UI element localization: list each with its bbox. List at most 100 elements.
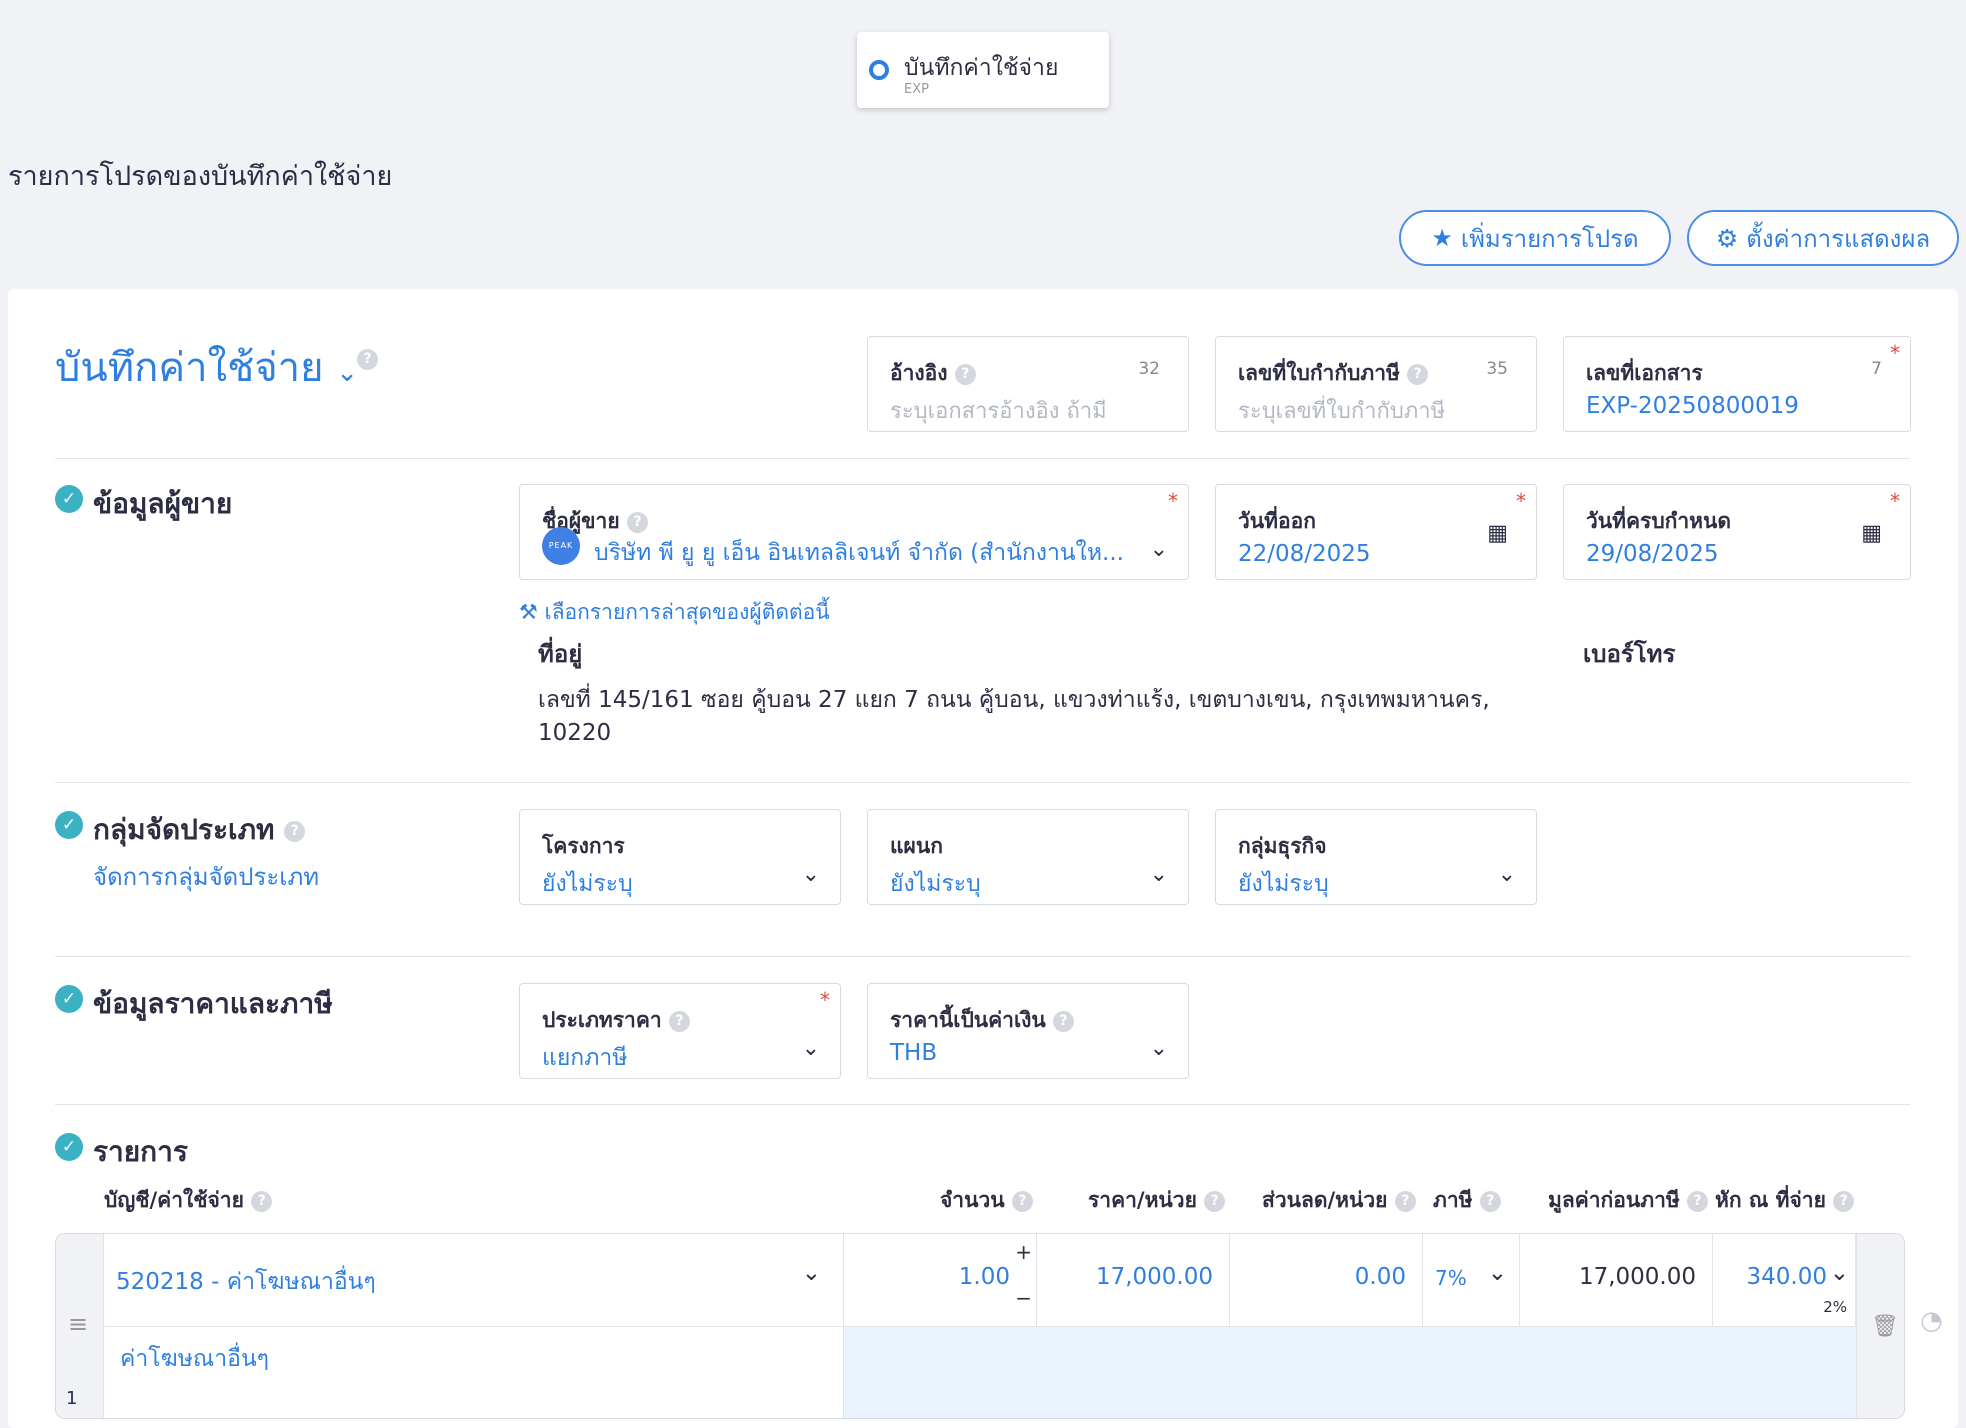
classification-section-title: กลุ่มจัดประเภท ? <box>93 808 306 852</box>
unit-price-field[interactable]: 17,000.00 <box>1037 1234 1230 1327</box>
pricing-section-title: ข้อมูลราคาและภาษี <box>93 987 333 1020</box>
help-icon[interactable]: ? <box>284 820 306 842</box>
withholding-select[interactable]: 340.00 ⌄ 2% <box>1713 1234 1856 1327</box>
account-value: 520218 - ค่าโฆษณาอื่นๆ <box>116 1269 376 1295</box>
phone-label: เบอร์โทร <box>1583 640 1676 668</box>
price-type-select[interactable]: ประเภทราคา ? * แยกภาษี ⌄ <box>519 983 841 1079</box>
required-marker: * <box>820 988 830 1012</box>
business-group-select[interactable]: กลุ่มธุรกิจ ยังไม่ระบุ ⌄ <box>1215 809 1537 905</box>
reference-placeholder: ระบุเอกสารอ้างอิง ถ้ามี <box>890 399 1107 424</box>
chevron-down-icon[interactable]: ⌄ <box>1150 537 1168 562</box>
issue-date-label: วันที่ออก <box>1238 509 1316 533</box>
help-icon[interactable]: ? <box>1204 1190 1226 1212</box>
favorites-title: รายการโปรดของบันทึกค่าใช้จ่าย <box>8 161 393 192</box>
document-title-dropdown[interactable]: บันทึกค่าใช้จ่าย ⌄ <box>55 335 358 399</box>
help-icon[interactable]: ? <box>1407 363 1429 385</box>
help-icon[interactable]: ? <box>1053 1010 1075 1032</box>
chevron-down-icon: ⌄ <box>1829 1260 1849 1286</box>
row-actions: 🗑 <box>1856 1234 1904 1418</box>
unit-price-value: 17,000.00 <box>1095 1264 1213 1290</box>
chevron-down-icon: ⌄ <box>801 862 820 887</box>
reference-field[interactable]: อ้างอิง ? 32 ระบุเอกสารอ้างอิง ถ้ามี <box>867 336 1189 432</box>
plus-icon[interactable]: + <box>1015 1240 1032 1264</box>
add-favorite-label: เพิ่มรายการโปรด <box>1460 224 1639 253</box>
check-icon: ✓ <box>55 811 83 839</box>
document-number-label: เลขที่เอกสาร <box>1586 361 1703 385</box>
project-label: โครงการ <box>542 834 625 858</box>
quantity-stepper[interactable]: 1.00 + − <box>844 1234 1037 1327</box>
calendar-icon[interactable]: ▦ <box>1861 521 1882 546</box>
issue-date-field[interactable]: วันที่ออก * ▦ 22/08/2025 <box>1215 484 1537 580</box>
currency-select[interactable]: ราคานี้เป็นค่าเงิน ? THB ⌄ <box>867 983 1189 1079</box>
magic-wand-icon: ⚒ <box>519 600 538 624</box>
project-value: ยังไม่ระบุ <box>542 871 633 897</box>
document-type-code: EXP <box>904 82 929 97</box>
discount-field[interactable]: 0.00 <box>1230 1234 1423 1327</box>
drag-handle-icon[interactable]: ≡ <box>68 1310 88 1338</box>
required-marker: * <box>1516 489 1526 513</box>
divider <box>55 956 1910 957</box>
row-handle[interactable]: ≡ 1 <box>56 1234 104 1418</box>
price-type-value: แยกภาษี <box>542 1045 628 1071</box>
help-icon[interactable]: ? <box>1479 1190 1501 1212</box>
vendor-section-title: ข้อมูลผู้ขาย <box>93 487 233 520</box>
minus-icon[interactable]: − <box>1015 1286 1032 1310</box>
chevron-down-icon: ⌄ <box>1497 862 1516 887</box>
department-label: แผนก <box>890 834 943 858</box>
tax-invoice-counter: 35 <box>1486 359 1508 379</box>
calendar-icon[interactable]: ▦ <box>1487 521 1508 546</box>
chevron-down-icon: ⌄ <box>801 1260 821 1286</box>
items-section-title: รายการ <box>93 1135 188 1168</box>
help-icon[interactable]: ? <box>1833 1190 1855 1212</box>
display-settings-label: ตั้งค่าการแสดงผล <box>1746 224 1931 253</box>
help-icon[interactable]: ? <box>1687 1190 1709 1212</box>
display-settings-button[interactable]: ⚙ ตั้งค่าการแสดงผล <box>1687 210 1959 266</box>
vendor-name-field[interactable]: ชื่อผู้ขาย ? * PEAK บริษัท พี ยู ยู เอ็น… <box>519 484 1189 580</box>
column-header-unit-price: ราคา/หน่วย ? <box>1088 1184 1226 1217</box>
business-group-label: กลุ่มธุรกิจ <box>1238 834 1327 858</box>
due-date-field[interactable]: วันที่ครบกำหนด * ▦ 29/08/2025 <box>1563 484 1911 580</box>
star-icon: ★ <box>1431 224 1453 252</box>
column-header-tax: ภาษี ? <box>1433 1184 1501 1217</box>
department-select[interactable]: แผนก ยังไม่ระบุ ⌄ <box>867 809 1189 905</box>
help-icon[interactable]: ? <box>954 363 976 385</box>
department-value: ยังไม่ระบุ <box>890 871 981 897</box>
gear-icon: ⚙ <box>1715 223 1739 253</box>
column-header-qty: จำนวน ? <box>940 1184 1033 1217</box>
tax-value: 7% <box>1435 1266 1467 1290</box>
document-type-label: บันทึกค่าใช้จ่าย <box>904 55 1059 81</box>
help-icon[interactable]: ? <box>626 511 648 533</box>
row-index: 1 <box>66 1388 78 1409</box>
divider <box>55 1104 1910 1105</box>
help-icon[interactable]: ? <box>357 349 378 370</box>
latest-contact-link[interactable]: ⚒ เลือกรายการล่าสุดของผู้ติดต่อนี้ <box>519 596 830 629</box>
project-select[interactable]: โครงการ ยังไม่ระบุ ⌄ <box>519 809 841 905</box>
description-field[interactable]: ค่าโฆษณาอื่นๆ <box>104 1327 844 1418</box>
account-select[interactable]: 520218 - ค่าโฆษณาอื่นๆ ⌄ <box>104 1234 844 1327</box>
add-favorite-button[interactable]: ★ เพิ่มรายการโปรด <box>1399 210 1671 266</box>
pie-chart-icon[interactable]: ◔ <box>1920 1306 1943 1336</box>
help-icon[interactable]: ? <box>1394 1190 1416 1212</box>
row-detail-area <box>844 1327 1856 1418</box>
check-icon: ✓ <box>55 985 83 1013</box>
vendor-name-value: บริษัท พี ยู ยู เอ็น อินเทลลิเจนท์ จำกัด… <box>594 540 1124 566</box>
check-icon: ✓ <box>55 1133 83 1161</box>
due-date-label: วันที่ครบกำหนด <box>1586 509 1731 533</box>
column-header-withholding: หัก ณ ที่จ่าย ? <box>1715 1184 1855 1217</box>
pre-tax-value: 17,000.00 <box>1578 1264 1696 1290</box>
manage-classification-link[interactable]: จัดการกลุ่มจัดประเภท <box>93 857 319 896</box>
business-group-value: ยังไม่ระบุ <box>1238 871 1329 897</box>
tax-invoice-placeholder: ระบุเลขที่ใบกำกับภาษี <box>1238 399 1446 424</box>
trash-icon[interactable]: 🗑 <box>1871 1314 1899 1339</box>
help-icon[interactable]: ? <box>668 1010 690 1032</box>
document-number-field[interactable]: เลขที่เอกสาร 7 * EXP-20250800019 <box>1563 336 1911 432</box>
address-label: ที่อยู่ <box>538 640 583 668</box>
tax-select[interactable]: 7% ⌄ <box>1423 1234 1520 1327</box>
help-icon[interactable]: ? <box>1011 1190 1033 1212</box>
tax-invoice-field[interactable]: เลขที่ใบกำกับภาษี ? 35 ระบุเลขที่ใบกำกับ… <box>1215 336 1537 432</box>
document-type-pill: บันทึกค่าใช้จ่าย EXP <box>857 32 1109 108</box>
reference-counter: 32 <box>1138 359 1160 379</box>
due-date-value: 29/08/2025 <box>1586 541 1719 567</box>
currency-value: THB <box>890 1040 938 1066</box>
help-icon[interactable]: ? <box>251 1190 273 1212</box>
